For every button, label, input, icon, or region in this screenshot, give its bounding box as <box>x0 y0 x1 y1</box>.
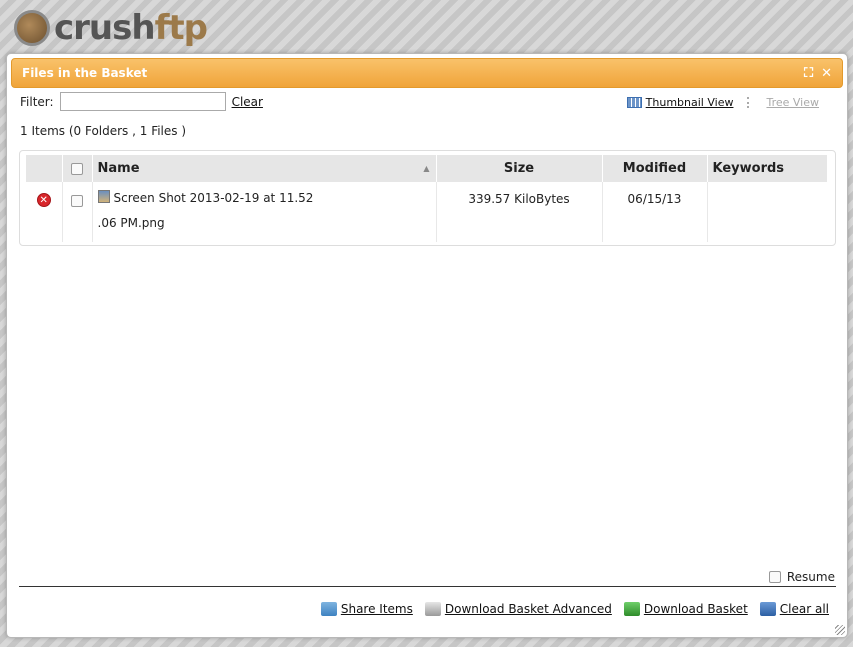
item-count-summary: 1 Items (0 Folders , 1 Files ) <box>20 124 187 138</box>
size-cell: 339.57 KiloBytes <box>436 182 603 242</box>
files-table: Name ▲ Size Modified Keywords ✕ Screen Sh… <box>19 150 836 246</box>
tree-view-icon <box>747 97 762 108</box>
table-header-row: Name ▲ Size Modified Keywords <box>26 155 828 182</box>
tree-view-button[interactable]: Tree View <box>747 96 819 109</box>
download-basket-advanced-label: Download Basket Advanced <box>444 602 612 616</box>
size-column-header[interactable]: Size <box>436 155 603 182</box>
logo-text: crushftp <box>54 8 208 48</box>
filter-input[interactable] <box>59 92 226 111</box>
share-items-label: Share Items <box>340 602 413 616</box>
row-checkbox[interactable] <box>71 194 83 207</box>
filter-row: Filter: Clear <box>20 92 263 111</box>
keywords-cell <box>707 182 828 242</box>
basket-dialog: Files in the Basket ⛶ ✕ Filter: Clear Th… <box>6 53 848 638</box>
dialog-title: Files in the Basket <box>22 66 148 80</box>
name-cell: Screen Shot 2013-02-19 at 11.52 .06 PM.p… <box>92 182 437 242</box>
download-basket-label: Download Basket <box>643 602 748 616</box>
logo-text-crush: crush <box>54 8 156 48</box>
resume-option[interactable]: Resume <box>768 570 835 584</box>
maximize-icon[interactable]: ⛶ <box>804 66 813 81</box>
delete-cell: ✕ <box>26 182 63 242</box>
logo-text-ftp: ftp <box>154 8 208 48</box>
clear-all-button[interactable]: Clear all <box>759 602 829 616</box>
view-switcher: Thumbnail View Tree View <box>613 96 819 109</box>
keywords-column-header[interactable]: Keywords <box>707 155 828 182</box>
crushftp-logo: crushftp <box>14 8 208 48</box>
basket-actions: Share Items Download Basket Advanced Dow… <box>309 602 829 616</box>
thumbnail-view-icon <box>626 97 642 108</box>
clear-filter-link[interactable]: Clear <box>232 95 263 109</box>
table-row[interactable]: ✕ Screen Shot 2013-02-19 at 11.52 .06 PM… <box>26 182 828 242</box>
resize-grip-icon[interactable] <box>835 625 845 635</box>
download-basket-button[interactable]: Download Basket <box>623 602 748 616</box>
modified-column-header[interactable]: Modified <box>602 155 708 182</box>
resume-label: Resume <box>786 570 835 584</box>
clear-all-label: Clear all <box>779 602 829 616</box>
resume-checkbox[interactable] <box>768 571 781 583</box>
divider <box>19 586 836 587</box>
file-name-line2[interactable]: .06 PM.png <box>98 216 165 230</box>
name-column-label: Name <box>97 161 140 176</box>
select-all-checkbox[interactable] <box>71 162 83 175</box>
select-all-header <box>62 155 93 182</box>
tree-view-label: Tree View <box>766 96 819 109</box>
select-cell <box>62 182 93 242</box>
download-basket-advanced-button[interactable]: Download Basket Advanced <box>424 602 612 616</box>
name-column-header[interactable]: Name ▲ <box>92 155 437 182</box>
close-icon[interactable]: ✕ <box>821 66 832 81</box>
file-name-line1[interactable]: Screen Shot 2013-02-19 at 11.52 <box>114 191 314 205</box>
modified-cell: 06/15/13 <box>602 182 708 242</box>
clear-all-icon <box>759 602 776 616</box>
logo-fist-icon <box>14 10 50 46</box>
share-items-button[interactable]: Share Items <box>320 602 413 616</box>
download-icon <box>623 602 640 616</box>
download-advanced-icon <box>424 602 441 616</box>
image-file-icon <box>97 190 110 203</box>
dialog-titlebar[interactable]: Files in the Basket ⛶ ✕ <box>11 58 843 88</box>
sort-ascending-icon: ▲ <box>423 164 430 173</box>
share-icon <box>320 602 337 616</box>
thumbnail-view-button[interactable]: Thumbnail View <box>626 96 734 109</box>
delete-icon[interactable]: ✕ <box>36 193 51 207</box>
thumbnail-view-label: Thumbnail View <box>645 96 734 109</box>
delete-column-header <box>26 155 63 182</box>
filter-label: Filter: <box>20 94 54 109</box>
